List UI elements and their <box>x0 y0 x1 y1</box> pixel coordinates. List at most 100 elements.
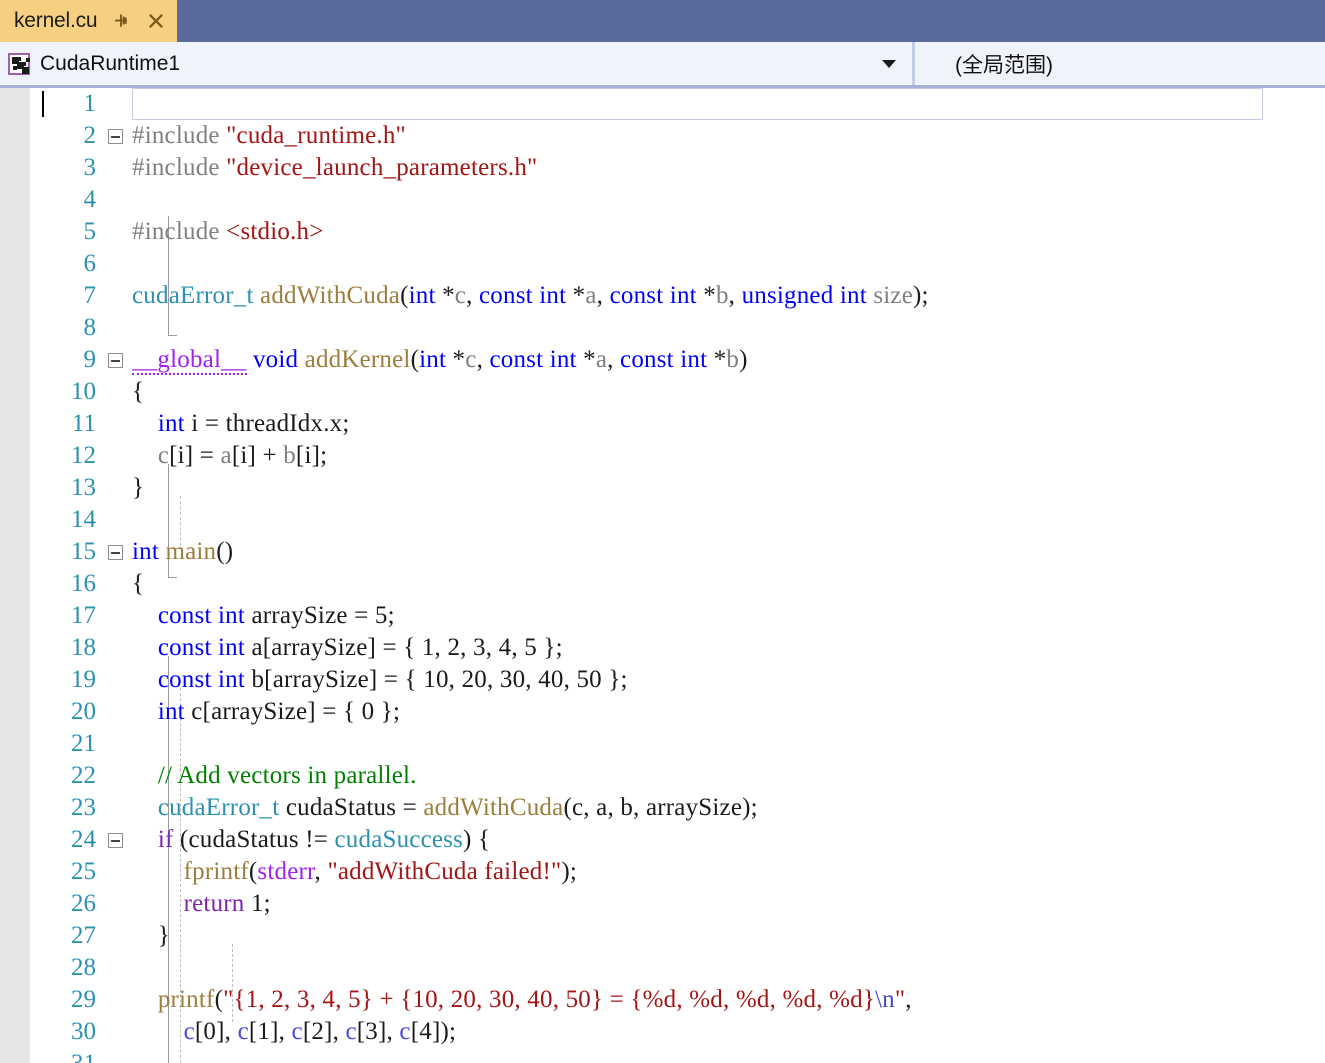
code-line-11[interactable]: 11 int i = threadIdx.x; <box>0 408 1325 440</box>
line-number: 24 <box>71 826 96 853</box>
collapse-minus-icon[interactable] <box>108 545 123 560</box>
code-text: const int arraySize = 5; <box>157 602 395 629</box>
line-number: 23 <box>71 794 96 821</box>
close-icon[interactable] <box>145 8 167 34</box>
line-number: 1 <box>83 90 97 117</box>
glyph-margin[interactable] <box>104 728 132 760</box>
code-line-7[interactable]: 7 cudaError_t addWithCuda(int *c, const … <box>0 280 1325 312</box>
glyph-margin[interactable] <box>104 696 132 728</box>
glyph-margin[interactable] <box>104 312 132 344</box>
glyph-margin[interactable] <box>104 952 132 984</box>
code-line-1[interactable]: 1 <box>0 88 1325 120</box>
glyph-margin[interactable] <box>104 888 132 920</box>
glyph-margin[interactable] <box>104 984 132 1016</box>
code-lines-container[interactable]: 1 2 #include "cuda_runtime.h" 3 #include… <box>0 88 1325 1063</box>
line-number: 3 <box>83 154 97 181</box>
document-tab-kernel-cu[interactable]: kernel.cu <box>0 0 178 42</box>
code-line-18[interactable]: 18 const int a[arraySize] = { 1, 2, 3, 4… <box>0 632 1325 664</box>
line-number: 16 <box>71 570 96 597</box>
code-text: // Add vectors in parallel. <box>157 762 417 789</box>
line-number: 14 <box>71 506 96 533</box>
collapse-minus-icon[interactable] <box>108 353 123 368</box>
code-line-3[interactable]: 3 #include "device_launch_parameters.h" <box>0 152 1325 184</box>
glyph-margin[interactable] <box>104 280 132 312</box>
glyph-margin[interactable] <box>104 504 132 536</box>
code-line-30[interactable]: 30 c[0], c[1], c[2], c[3], c[4]); <box>0 1016 1325 1048</box>
glyph-margin[interactable] <box>104 248 132 280</box>
glyph-margin[interactable] <box>104 1016 132 1048</box>
line-number: 10 <box>71 378 96 405</box>
glyph-margin[interactable] <box>104 120 132 152</box>
glyph-margin[interactable] <box>104 152 132 184</box>
code-line-27[interactable]: 27 } <box>0 920 1325 952</box>
glyph-margin[interactable] <box>104 568 132 600</box>
glyph-margin[interactable] <box>104 408 132 440</box>
code-line-8[interactable]: 8 <box>0 312 1325 344</box>
collapse-minus-icon[interactable] <box>108 833 123 848</box>
collapse-minus-icon[interactable] <box>108 129 123 144</box>
glyph-margin[interactable] <box>104 920 132 952</box>
code-text: c[0], c[1], c[2], c[3], c[4]); <box>183 1018 457 1045</box>
code-line-12[interactable]: 12 c[i] = a[i] + b[i]; <box>0 440 1325 472</box>
line-number: 8 <box>83 314 97 341</box>
code-text: c[i] = a[i] + b[i]; <box>157 442 328 469</box>
code-text: const int a[arraySize] = { 1, 2, 3, 4, 5… <box>157 634 563 661</box>
code-line-10[interactable]: 10 { <box>0 376 1325 408</box>
glyph-margin[interactable] <box>104 856 132 888</box>
glyph-margin[interactable] <box>104 600 132 632</box>
glyph-margin[interactable] <box>104 216 132 248</box>
code-line-28[interactable]: 28 <box>0 952 1325 984</box>
glyph-margin[interactable] <box>104 184 132 216</box>
code-line-24[interactable]: 24 if (cudaStatus != cudaSuccess) { <box>0 824 1325 856</box>
code-line-29[interactable]: 29 printf("{1, 2, 3, 4, 5} + {10, 20, 30… <box>0 984 1325 1016</box>
code-text: int c[arraySize] = { 0 }; <box>157 698 401 725</box>
code-editor[interactable]: 1 2 #include "cuda_runtime.h" 3 #include… <box>0 88 1325 1063</box>
code-line-2[interactable]: 2 #include "cuda_runtime.h" <box>0 120 1325 152</box>
chevron-down-icon[interactable] <box>882 59 896 68</box>
code-line-17[interactable]: 17 const int arraySize = 5; <box>0 600 1325 632</box>
glyph-margin[interactable] <box>104 1048 132 1063</box>
project-scope-dropdown[interactable]: CudaRuntime1 <box>0 42 915 85</box>
code-line-25[interactable]: 25 fprintf(stderr, "addWithCuda failed!"… <box>0 856 1325 888</box>
code-line-5[interactable]: 5 #include <stdio.h> <box>0 216 1325 248</box>
line-number: 2 <box>83 122 97 149</box>
glyph-margin[interactable] <box>104 824 132 856</box>
member-scope-label: (全局范围) <box>955 53 1053 77</box>
code-line-19[interactable]: 19 const int b[arraySize] = { 10, 20, 30… <box>0 664 1325 696</box>
code-line-20[interactable]: 20 int c[arraySize] = { 0 }; <box>0 696 1325 728</box>
glyph-margin[interactable] <box>104 344 132 376</box>
code-text: __global__ void addKernel(int *c, const … <box>132 346 748 375</box>
glyph-margin[interactable] <box>104 792 132 824</box>
code-line-4[interactable]: 4 <box>0 184 1325 216</box>
code-line-16[interactable]: 16 { <box>0 568 1325 600</box>
code-line-22[interactable]: 22 // Add vectors in parallel. <box>0 760 1325 792</box>
glyph-margin[interactable] <box>104 664 132 696</box>
code-text: int main() <box>132 538 234 565</box>
code-text: return 1; <box>183 890 271 917</box>
code-text: #include "cuda_runtime.h" <box>132 122 406 149</box>
glyph-margin[interactable] <box>104 376 132 408</box>
code-line-23[interactable]: 23 cudaError_t cudaStatus = addWithCuda(… <box>0 792 1325 824</box>
glyph-margin[interactable] <box>104 440 132 472</box>
member-scope-dropdown[interactable]: (全局范围) <box>915 42 1325 85</box>
glyph-margin[interactable] <box>104 632 132 664</box>
line-number: 12 <box>71 442 96 469</box>
code-line-13[interactable]: 13 } <box>0 472 1325 504</box>
code-line-26[interactable]: 26 return 1; <box>0 888 1325 920</box>
code-line-21[interactable]: 21 <box>0 728 1325 760</box>
current-line-highlight <box>132 88 1263 120</box>
code-line-6[interactable]: 6 <box>0 248 1325 280</box>
line-number: 21 <box>71 730 96 757</box>
navigation-bar: CudaRuntime1 (全局范围) <box>0 42 1325 88</box>
glyph-margin[interactable] <box>104 536 132 568</box>
code-line-14[interactable]: 14 <box>0 504 1325 536</box>
code-line-31[interactable]: 31 <box>0 1048 1325 1063</box>
code-text: fprintf(stderr, "addWithCuda failed!"); <box>183 858 578 885</box>
glyph-margin[interactable] <box>104 760 132 792</box>
glyph-margin[interactable] <box>104 88 132 120</box>
code-line-15[interactable]: 15 int main() <box>0 536 1325 568</box>
pin-icon[interactable] <box>110 8 132 34</box>
line-number: 13 <box>71 474 96 501</box>
code-line-9[interactable]: 9 __global__ void addKernel(int *c, cons… <box>0 344 1325 376</box>
glyph-margin[interactable] <box>104 472 132 504</box>
